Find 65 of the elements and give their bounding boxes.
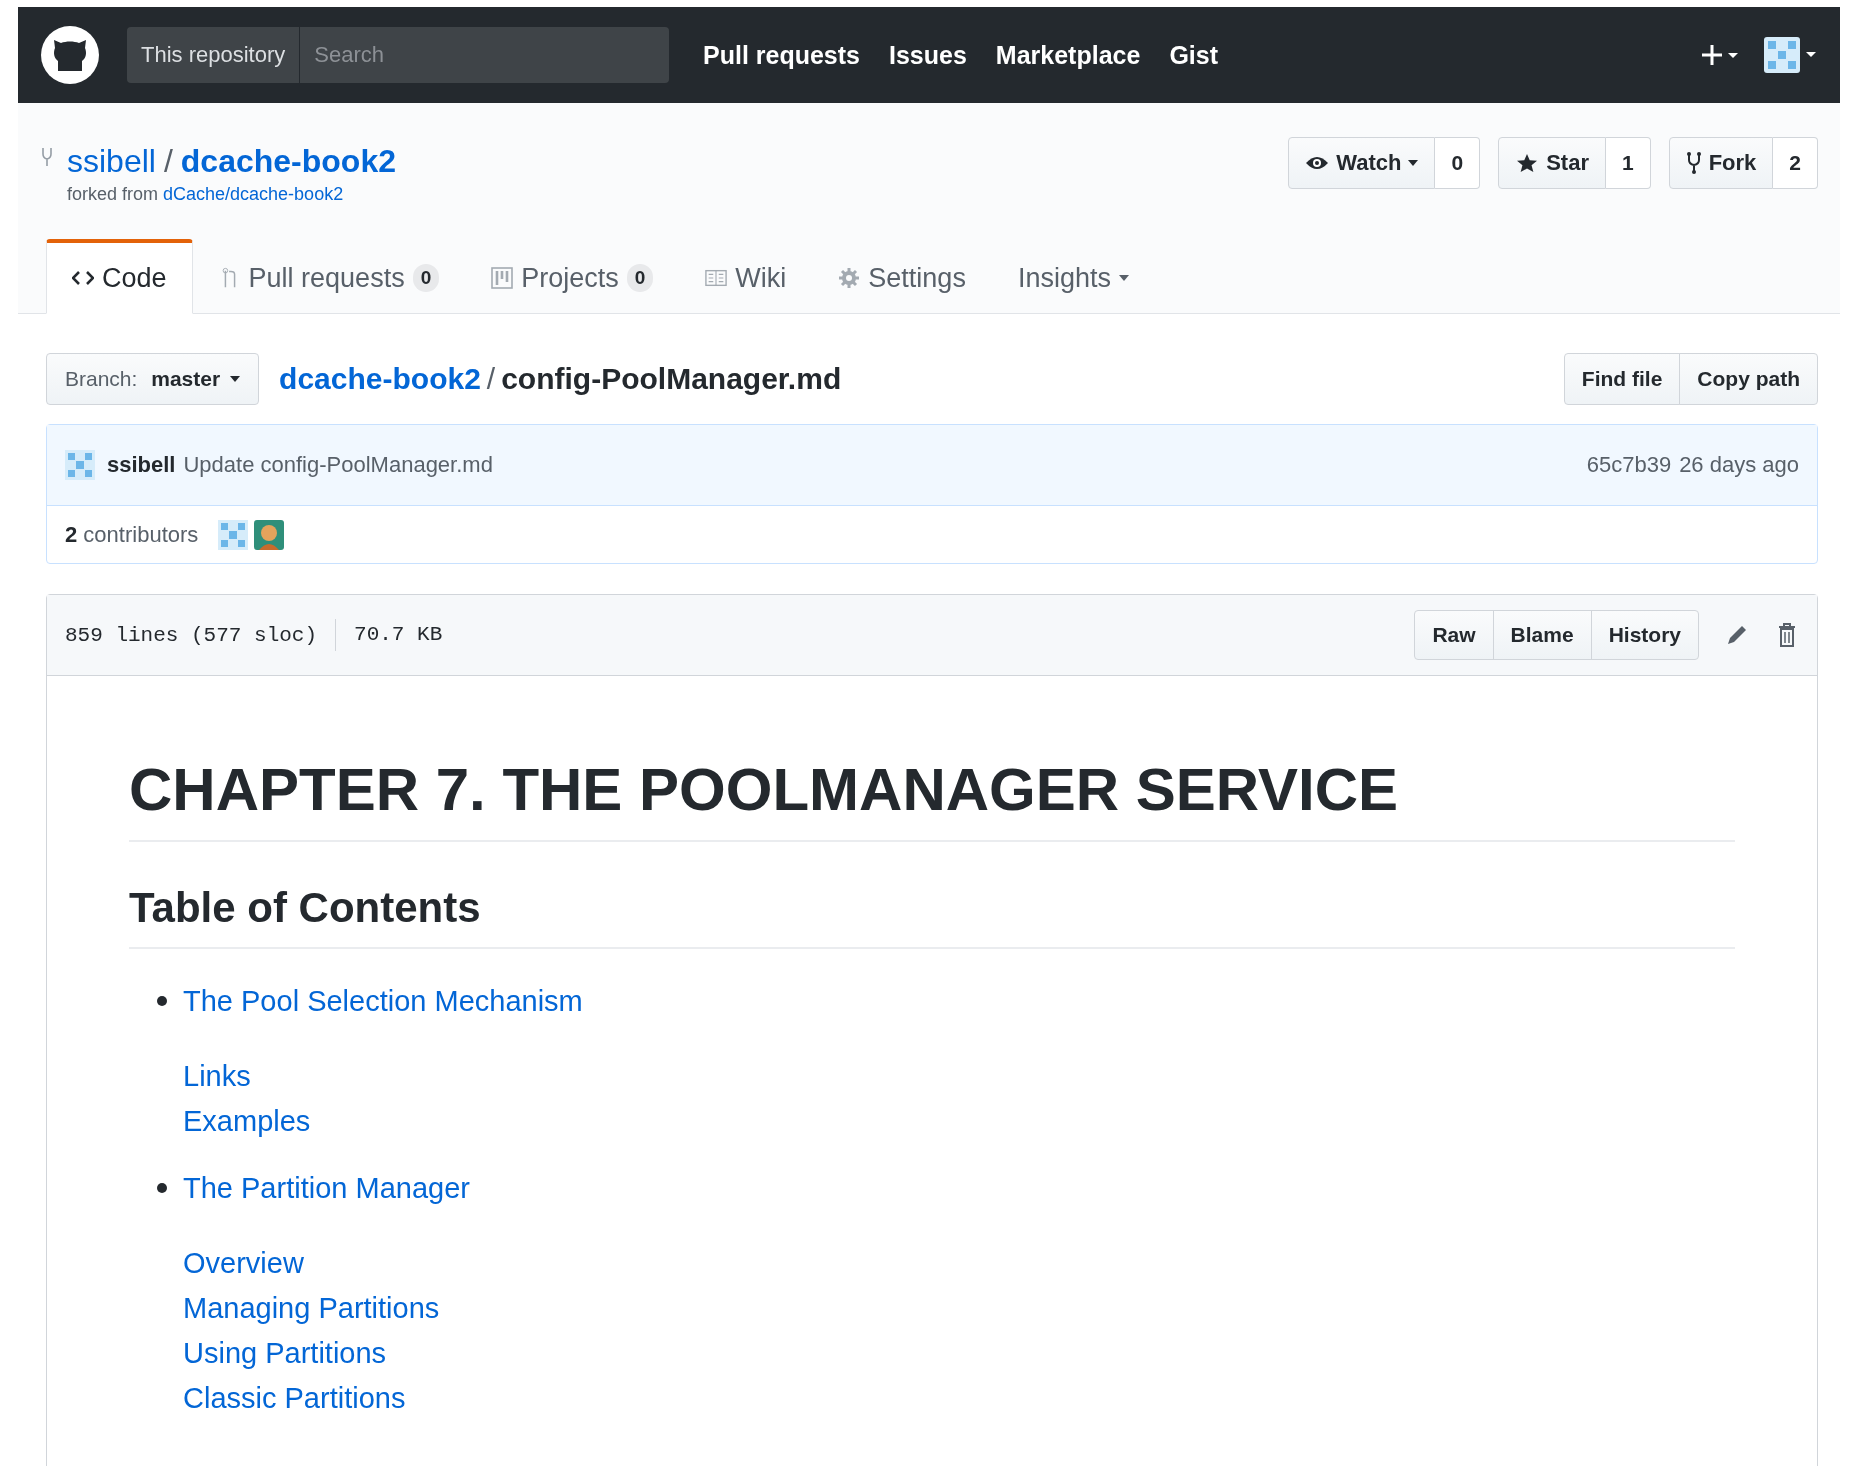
section-heading: Table of Contents (129, 882, 1735, 949)
commit-age: 26 days ago (1679, 452, 1799, 478)
repository-link[interactable]: dcache-book2 (180, 143, 396, 180)
toc-link[interactable]: Classic Partitions (183, 1375, 406, 1421)
count-link[interactable]: 1 (1605, 137, 1651, 189)
search-field[interactable]: This repository Search (127, 27, 669, 83)
toc-link[interactable]: Examples (183, 1098, 311, 1144)
nav-link[interactable]: Gist (1169, 40, 1218, 70)
counter-badge: 0 (626, 264, 654, 292)
bullet-icon (157, 1183, 167, 1193)
tab[interactable]: Pull requests 0 (192, 239, 466, 314)
branch-selector[interactable]: Branch: master (46, 353, 260, 405)
tab[interactable]: Projects 0 (465, 239, 680, 314)
caret-icon (1408, 160, 1419, 166)
search-scope[interactable]: This repository (127, 27, 301, 83)
contributors-count: 2 contributors (65, 521, 199, 548)
tab[interactable]: Insights (991, 239, 1155, 314)
nav-link[interactable]: Issues (889, 40, 967, 70)
tab[interactable]: Settings (812, 239, 992, 314)
owner-link[interactable]: ssibell (67, 143, 156, 180)
file-action-button[interactable]: Find file (1563, 353, 1681, 405)
commit-sha-link[interactable]: 65c7b39 (1586, 452, 1672, 478)
toc-link[interactable]: Managing Partitions (183, 1285, 440, 1331)
path-separator: / (486, 362, 496, 396)
bullet-icon (157, 996, 167, 1006)
site-logo[interactable] (40, 25, 100, 85)
breadcrumb-link[interactable]: dcache-book2 (279, 362, 481, 396)
fork-source-link[interactable]: dCache/dcache-book2 (163, 184, 344, 205)
file-view-button[interactable]: Blame (1492, 610, 1592, 660)
nav-link[interactable]: Pull requests (703, 40, 860, 70)
watch-button[interactable]: Watch (1288, 137, 1436, 189)
commit-message-link[interactable]: Update config-PoolManager.md (183, 452, 493, 478)
fork-button[interactable]: Fork (1668, 137, 1774, 189)
caret-icon (230, 376, 241, 382)
avatar-icon[interactable] (1764, 37, 1818, 73)
line-count: 859 lines (577 sloc) (65, 623, 318, 647)
plus-icon[interactable] (1700, 43, 1740, 67)
commit-author-link[interactable]: ssibell (107, 452, 176, 478)
forked-from-label: forked from (67, 184, 159, 205)
pencil-icon[interactable] (1725, 623, 1749, 647)
fork-icon (40, 145, 54, 168)
tab[interactable]: Code (46, 239, 193, 314)
file-view-button[interactable]: History (1590, 610, 1699, 660)
toc-link[interactable]: Overview (183, 1240, 304, 1286)
book-icon (705, 267, 728, 289)
toc-link[interactable]: Using Partitions (183, 1330, 387, 1376)
toc-link[interactable]: The Partition Manager (183, 1165, 470, 1211)
tab[interactable]: Wiki (679, 239, 813, 314)
projects-icon (491, 267, 514, 289)
star-button[interactable]: Star (1498, 137, 1606, 189)
toc-link[interactable]: Links (183, 1053, 251, 1099)
caret-icon (1118, 275, 1129, 281)
counter-badge: 0 (412, 264, 440, 292)
path-separator: / (163, 143, 173, 180)
fork-icon (1685, 151, 1702, 175)
toc-link[interactable]: The Pool Selection Mechanism (183, 978, 583, 1024)
count-link[interactable]: 2 (1773, 137, 1818, 189)
file-action-button[interactable]: Copy path (1679, 353, 1818, 405)
file-name: config-PoolManager.md (501, 362, 842, 396)
nav-link[interactable]: Marketplace (995, 40, 1141, 70)
settings-icon (838, 267, 861, 289)
count-link[interactable]: 0 (1435, 137, 1481, 189)
chapter-heading: CHAPTER 7. THE POOLMANAGER SERVICE (129, 754, 1735, 842)
file-view-button[interactable]: Raw (1414, 610, 1494, 660)
file-size: 70.7 KB (335, 619, 443, 651)
